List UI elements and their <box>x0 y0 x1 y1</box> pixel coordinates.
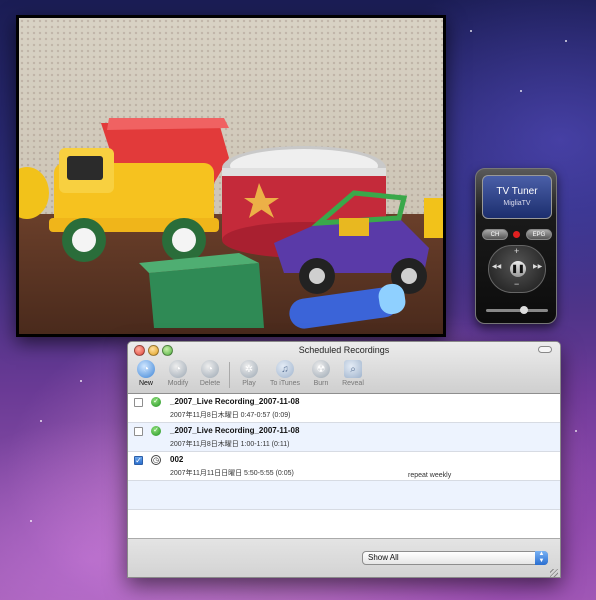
recording-title: _2007_Live Recording_2007-11-08 <box>170 426 300 435</box>
video-player-window[interactable] <box>16 15 446 337</box>
new-recording-icon: ◔ <box>137 360 155 378</box>
burn-disc-icon: ☢ <box>312 360 330 378</box>
recording-title: 002 <box>170 455 184 464</box>
select-arrows-icon: ▲ ▼ <box>535 551 548 565</box>
background-star <box>470 30 472 32</box>
modify-recording-icon: ◔ <box>169 360 187 378</box>
new-button-label: New <box>138 380 153 387</box>
toolbar-toggle-button[interactable] <box>538 346 552 353</box>
modify-button-label: Modify <box>167 380 189 387</box>
volume-up-button[interactable]: + <box>514 246 519 256</box>
music-note-icon: ♫ <box>276 360 294 378</box>
recordings-list[interactable]: ✓ _2007_Live Recording_2007-11-08 2007年1… <box>128 394 560 538</box>
recording-title: _2007_Live Recording_2007-11-08 <box>170 397 300 406</box>
completed-check-icon: ✓ <box>151 426 161 436</box>
film-reel-icon: ✲ <box>240 360 258 378</box>
channel-button[interactable]: CH <box>482 229 508 240</box>
resize-grip-icon[interactable] <box>550 569 558 577</box>
scheduled-clock-icon: ◷ <box>151 455 161 465</box>
recording-time: 2007年11月8日木曜日 0:47-0:57 (0:09) <box>170 412 291 419</box>
recording-checkbox[interactable] <box>134 398 143 407</box>
background-star <box>40 420 42 422</box>
recording-row[interactable]: ✓ _2007_Live Recording_2007-11-08 2007年1… <box>128 394 560 423</box>
recording-time: 2007年11月8日木曜日 1:00-1:11 (0:11) <box>170 441 290 448</box>
to-itunes-button[interactable]: ♫ To iTunes <box>265 360 305 392</box>
reveal-icon: ⌕ <box>344 360 362 378</box>
background-star <box>30 520 32 522</box>
recording-checkbox[interactable] <box>134 427 143 436</box>
remote-subtitle: MigliaTV <box>503 200 531 207</box>
filter-select[interactable]: Show All ▲ ▼ <box>362 551 548 565</box>
recording-checkbox-checked[interactable]: ✓ <box>134 456 143 465</box>
to-itunes-button-label: To iTunes <box>269 380 301 387</box>
window-title: Scheduled Recordings <box>298 345 390 355</box>
epg-button[interactable]: EPG <box>526 229 552 240</box>
recording-row[interactable]: ✓ ◷ 002 2007年11月11日日曜日 5:50-5:55 (0:05) … <box>128 452 560 481</box>
delete-recording-icon: ◔ <box>201 360 219 378</box>
toolbar-separator <box>229 362 230 388</box>
empty-row <box>128 481 560 510</box>
volume-down-button[interactable]: − <box>514 279 519 289</box>
window-titlebar[interactable]: Scheduled Recordings ◔ New ◔ Modify ◔ De… <box>128 342 560 394</box>
background-star <box>520 90 522 92</box>
video-frame <box>19 18 443 334</box>
repeat-note: repeat weekly <box>408 472 452 479</box>
remote-display: TV Tuner MigliaTV <box>482 175 552 219</box>
reveal-button[interactable]: ⌕ Reveal <box>337 360 369 392</box>
background-star <box>80 380 82 382</box>
modify-button[interactable]: ◔ Modify <box>162 360 194 392</box>
record-button[interactable] <box>513 231 520 238</box>
volume-slider-knob[interactable] <box>520 306 528 314</box>
fast-forward-button[interactable]: ▶▶ <box>533 263 542 270</box>
recording-row[interactable]: ✓ _2007_Live Recording_2007-11-08 2007年1… <box>128 423 560 452</box>
toy-scene-illustration <box>19 118 443 329</box>
remote-dpad[interactable]: + ◀◀ ❚❚ ▶▶ − <box>488 245 546 293</box>
play-pause-button[interactable]: ❚❚ <box>510 261 526 277</box>
delete-button[interactable]: ◔ Delete <box>194 360 226 392</box>
burn-button-label: Burn <box>313 380 329 387</box>
window-bottom-bar: Show All ▲ ▼ <box>128 538 560 577</box>
filter-selected-value: Show All <box>368 553 399 562</box>
background-star <box>565 40 567 42</box>
burn-button[interactable]: ☢ Burn <box>305 360 337 392</box>
play-button-label: Play <box>242 380 256 387</box>
window-toolbar: ◔ New ◔ Modify ◔ Delete ✲ Play ♫ To iTun… <box>130 360 369 392</box>
scheduled-recordings-window: Scheduled Recordings ◔ New ◔ Modify ◔ De… <box>127 341 561 578</box>
recording-time: 2007年11月11日日曜日 5:50-5:55 (0:05) <box>170 470 294 477</box>
reveal-button-label: Reveal <box>342 380 364 387</box>
empty-row <box>128 510 560 539</box>
tv-tuner-remote[interactable]: TV Tuner MigliaTV CH EPG + ◀◀ ❚❚ ▶▶ − <box>475 168 557 324</box>
remote-title: TV Tuner <box>496 186 538 197</box>
volume-slider[interactable] <box>486 306 548 314</box>
new-button[interactable]: ◔ New <box>130 360 162 392</box>
play-button[interactable]: ✲ Play <box>233 360 265 392</box>
background-star <box>575 430 577 432</box>
delete-button-label: Delete <box>199 380 221 387</box>
rewind-button[interactable]: ◀◀ <box>492 263 501 270</box>
completed-check-icon: ✓ <box>151 397 161 407</box>
